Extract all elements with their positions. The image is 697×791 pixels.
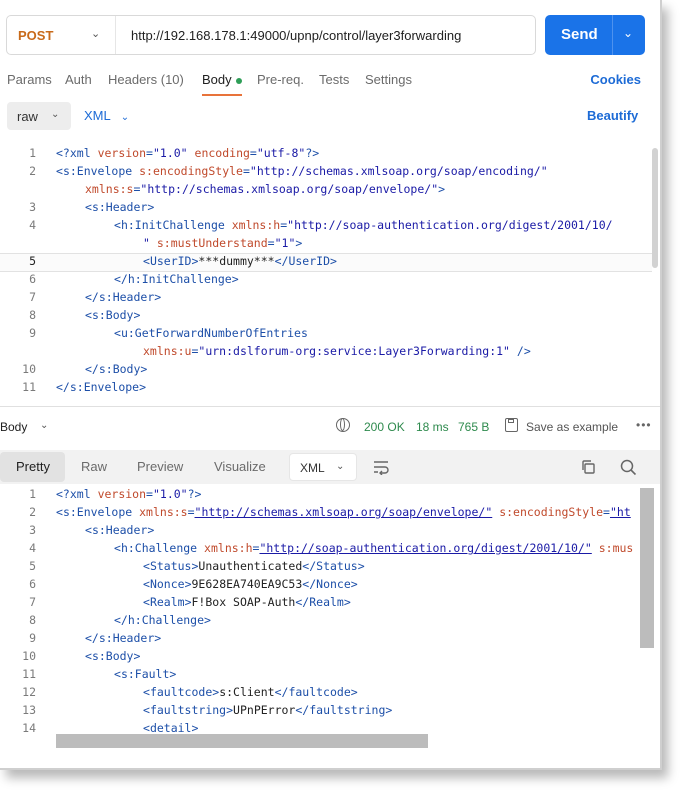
body-indicator-dot [235,77,242,84]
tab-params[interactable]: Params [7,72,52,87]
body-language-select[interactable]: XML ⌄ [84,108,129,123]
response-language-label: XML [300,461,325,475]
code-line: 13 <faultstring>UPnPError</faultstring> [22,703,393,717]
request-tabs: Params Auth Headers (10) Body Pre-req. T… [0,68,660,96]
tab-headers[interactable]: Headers (10) [108,72,184,87]
response-header: Body ⌄ 200 OK 18 ms 765 B Save as exampl… [0,410,660,444]
globe-icon[interactable] [336,418,350,432]
response-size[interactable]: 765 B [458,420,489,434]
wrap-icon[interactable] [372,459,390,475]
code-line: 3 <s:Header> [29,523,155,537]
code-line: " s:mustUnderstand="1"> [143,236,303,250]
send-label: Send [561,26,598,43]
code-line: 10 <s:Body> [22,649,141,663]
beautify-button[interactable]: Beautify [587,108,638,123]
copy-icon[interactable] [580,459,596,475]
code-line: 1 <?xml version="1.0"?> [29,487,202,501]
status-code[interactable]: 200 OK [364,420,405,434]
code-line: 5 <UserID>***dummy***</UserID> [29,254,337,268]
send-button[interactable]: Send ⌄ [545,15,645,55]
save-icon[interactable] [505,418,518,432]
response-language-select[interactable]: XML ⌄ [289,453,357,481]
tab-settings[interactable]: Settings [365,72,412,87]
code-line: 2 <s:Envelope xmlns:s="http://schemas.xml… [29,505,631,519]
body-mode-select[interactable]: raw ⌄ [7,102,71,130]
code-line: 8 <s:Body> [29,308,141,322]
search-icon[interactable] [619,458,637,476]
code-line: xmlns:u="urn:dslforum-org:service:Layer3… [143,344,531,358]
postman-window: POST ⌄ http://192.168.178.1:49000/upnp/c… [0,0,662,770]
code-line: 11 <s:Fault> [22,667,177,681]
code-line: 4 <h:Challenge xmlns:h="http://soap-authe… [29,541,634,555]
response-horizontal-scrollbar[interactable] [56,734,428,748]
code-line: 9 </s:Header> [29,631,162,645]
code-line: 6 <Nonce>9E628EA740EA9C53</Nonce> [29,577,358,591]
code-line: 7 <Realm>F!Box SOAP-Auth</Realm> [29,595,351,609]
pane-divider[interactable] [0,406,660,407]
code-line: 7 </s:Header> [29,290,162,304]
code-line: 5 <Status>Unauthenticated</Status> [29,559,365,573]
url-bar[interactable]: POST ⌄ http://192.168.178.1:49000/upnp/c… [6,15,536,55]
tab-prerequest[interactable]: Pre-req. [257,72,304,87]
response-time[interactable]: 18 ms [416,420,449,434]
chevron-down-icon: ⌄ [336,461,345,472]
code-line: 6 </h:InitChallenge> [29,272,239,286]
tab-body[interactable]: Body [202,72,242,87]
chevron-down-icon[interactable]: ⌄ [623,26,633,40]
tab-preview[interactable]: Preview [137,459,183,474]
tab-pretty-label: Pretty [16,459,50,474]
request-scrollbar-thumb[interactable] [652,148,658,268]
response-vertical-scrollbar[interactable] [640,488,654,648]
url-input[interactable]: http://192.168.178.1:49000/upnp/control/… [131,28,461,43]
more-icon[interactable]: ••• [636,418,652,432]
code-line: 8 </h:Challenge> [29,613,211,627]
chevron-down-icon: ⌄ [91,28,101,40]
code-line: 10 </s:Body> [22,362,148,376]
chevron-down-icon: ⌄ [51,109,60,120]
code-line: 2 <s:Envelope s:encodingStyle="http://sch… [29,164,548,178]
code-line: 9 <u:GetForwardNumberOfEntries [29,326,308,340]
tab-tests[interactable]: Tests [319,72,349,87]
code-line: 4 <h:InitChallenge xmlns:h="http://soap-a… [29,218,613,232]
send-divider [612,15,613,55]
tab-auth[interactable]: Auth [65,72,92,87]
code-line: 1 <?xml version="1.0" encoding="utf-8"?> [29,146,320,160]
chevron-down-icon: ⌄ [120,112,130,123]
response-body-label[interactable]: Body [0,420,27,434]
body-mode-label: raw [17,109,38,124]
chevron-down-icon[interactable]: ⌄ [40,420,48,431]
body-language-label: XML [84,108,111,123]
code-line: 12 <faultcode>s:Client</faultcode> [22,685,358,699]
code-line: 3 <s:Header> [29,200,155,214]
method-select[interactable]: POST ⌄ [7,16,116,54]
active-tab-underline [202,94,242,96]
tab-visualize[interactable]: Visualize [214,459,266,474]
save-as-example-button[interactable]: Save as example [526,420,618,434]
tab-raw[interactable]: Raw [81,459,107,474]
code-line: xmlns:s="http://schemas.xmlsoap.org/soap… [85,182,446,196]
tab-pretty[interactable]: Pretty [0,452,65,482]
method-label: POST [18,28,54,43]
cookies-link[interactable]: Cookies [590,72,641,87]
tab-body-label: Body [202,72,232,87]
code-line: 11 </s:Envelope> [22,380,147,394]
